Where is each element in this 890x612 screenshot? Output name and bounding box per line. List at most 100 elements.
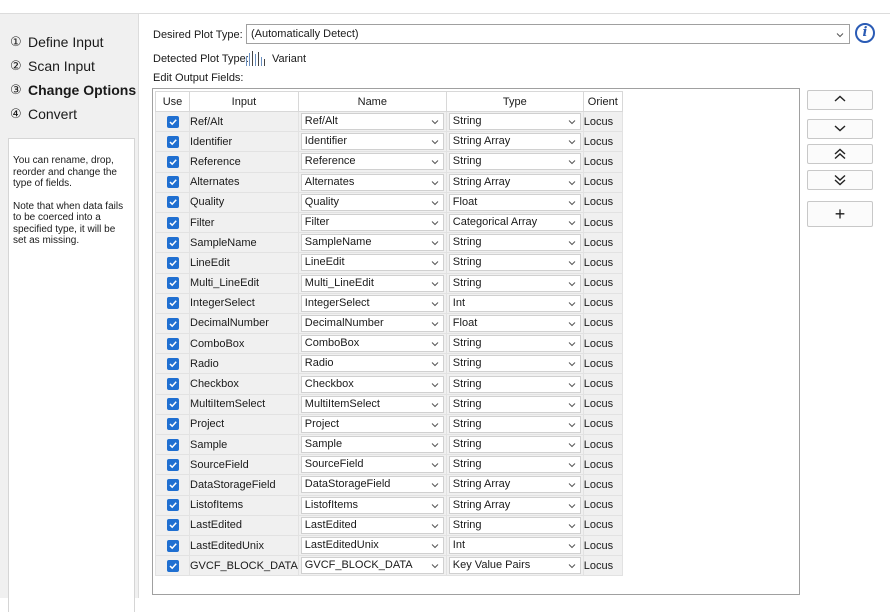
output-name-value: DecimalNumber <box>304 316 384 329</box>
use-checkbox[interactable] <box>166 236 179 249</box>
input-field-name: GVCF_BLOCK_DATA <box>189 555 299 577</box>
table-row: ListofItems ListofItems String Array Locus <box>155 494 623 516</box>
use-checkbox[interactable] <box>166 297 179 310</box>
add-field-button[interactable]: + <box>807 201 873 227</box>
move-to-bottom-button[interactable] <box>807 170 873 190</box>
field-type-select[interactable]: String <box>448 355 581 373</box>
field-type-select[interactable]: String <box>448 516 581 534</box>
column-header-orient[interactable]: Orient <box>582 91 623 112</box>
output-name-combo[interactable]: Sample <box>300 436 444 454</box>
help-text: Note that when data fails to be coerced … <box>13 200 124 247</box>
field-type-value: String <box>452 337 482 350</box>
field-type-select[interactable]: Int <box>448 537 581 555</box>
field-type-select[interactable]: Float <box>448 193 581 211</box>
output-name-combo[interactable]: Quality <box>300 193 444 211</box>
output-name-combo[interactable]: MultiItemSelect <box>300 395 444 413</box>
use-checkbox[interactable] <box>166 176 179 189</box>
field-type-select[interactable]: String Array <box>448 496 581 514</box>
field-type-select[interactable]: String <box>448 274 581 292</box>
output-name-value: GVCF_BLOCK_DATA <box>304 559 413 572</box>
wizard-step[interactable]: ② Scan Input <box>10 54 136 78</box>
use-checkbox[interactable] <box>166 337 179 350</box>
field-type-select[interactable]: String <box>448 456 581 474</box>
field-type-select[interactable]: String Array <box>448 476 581 494</box>
use-checkbox[interactable] <box>166 135 179 148</box>
output-name-combo[interactable]: Radio <box>300 355 444 373</box>
wizard-step[interactable]: ④ Convert <box>10 102 136 126</box>
chevron-down-icon <box>568 523 576 529</box>
use-checkbox[interactable] <box>166 539 179 552</box>
field-type-select[interactable]: String <box>448 335 581 353</box>
use-checkbox[interactable] <box>166 115 179 128</box>
step-label: Define Input <box>28 34 104 50</box>
wizard-step[interactable]: ① Define Input <box>10 30 136 54</box>
field-type-select[interactable]: String <box>448 234 581 252</box>
use-checkbox[interactable] <box>166 256 179 269</box>
orient-value: Locus <box>582 454 623 476</box>
output-name-combo[interactable]: Reference <box>300 153 444 171</box>
wizard-step[interactable]: ③ Change Options <box>10 78 136 102</box>
output-name-combo[interactable]: IntegerSelect <box>300 294 444 312</box>
move-up-button[interactable] <box>807 90 873 110</box>
field-type-select[interactable]: String <box>448 395 581 413</box>
desired-plot-type-select[interactable]: (Automatically Detect) <box>246 24 850 44</box>
use-checkbox[interactable] <box>166 196 179 209</box>
field-type-select[interactable]: String <box>448 375 581 393</box>
use-checkbox[interactable] <box>166 519 179 532</box>
output-name-combo[interactable]: Project <box>300 415 444 433</box>
output-name-combo[interactable]: SampleName <box>300 234 444 252</box>
use-checkbox[interactable] <box>166 458 179 471</box>
column-header-use[interactable]: Use <box>155 91 190 112</box>
column-header-name[interactable]: Name <box>297 91 447 112</box>
options-panel: Desired Plot Type: (Automatically Detect… <box>140 14 890 598</box>
field-type-select[interactable]: String <box>448 153 581 171</box>
use-checkbox[interactable] <box>166 156 179 169</box>
output-name-combo[interactable]: DataStorageField <box>300 476 444 494</box>
table-row: LineEdit LineEdit String Locus <box>155 252 623 274</box>
field-type-select[interactable]: Key Value Pairs <box>448 557 581 575</box>
output-name-combo[interactable]: Filter <box>300 214 444 232</box>
field-type-select[interactable]: Categorical Array <box>448 214 581 232</box>
use-checkbox[interactable] <box>166 418 179 431</box>
use-checkbox[interactable] <box>166 216 179 229</box>
field-type-select[interactable]: String Array <box>448 173 581 191</box>
output-name-combo[interactable]: LastEdited <box>300 516 444 534</box>
output-name-combo[interactable]: LastEditedUnix <box>300 537 444 555</box>
use-checkbox[interactable] <box>166 438 179 451</box>
output-name-combo[interactable]: ComboBox <box>300 335 444 353</box>
field-type-select[interactable]: String <box>448 113 581 131</box>
output-name-combo[interactable]: Checkbox <box>300 375 444 393</box>
field-type-value: String <box>452 256 482 269</box>
move-down-button[interactable] <box>807 119 873 139</box>
column-header-type[interactable]: Type <box>445 91 584 112</box>
name-cell: LastEditedUnix <box>297 534 447 557</box>
field-type-select[interactable]: String <box>448 415 581 433</box>
output-name-combo[interactable]: SourceField <box>300 456 444 474</box>
use-checkbox[interactable] <box>166 479 179 492</box>
use-checkbox[interactable] <box>166 559 179 572</box>
output-name-combo[interactable]: Identifier <box>300 133 444 151</box>
output-name-combo[interactable]: LineEdit <box>300 254 444 272</box>
use-checkbox[interactable] <box>166 277 179 290</box>
info-icon[interactable]: i <box>855 23 875 43</box>
field-type-select[interactable]: String <box>448 254 581 272</box>
field-type-select[interactable]: Float <box>448 314 581 332</box>
use-checkbox[interactable] <box>166 378 179 391</box>
use-checkbox[interactable] <box>166 317 179 330</box>
output-name-combo[interactable]: Multi_LineEdit <box>300 274 444 292</box>
chevron-down-icon <box>431 483 439 488</box>
field-type-select[interactable]: Int <box>448 294 581 312</box>
output-name-combo[interactable]: Alternates <box>300 173 444 191</box>
column-header-input[interactable]: Input <box>189 91 299 112</box>
field-type-select[interactable]: String Array <box>448 133 581 151</box>
output-name-combo[interactable]: GVCF_BLOCK_DATA <box>300 557 444 575</box>
output-name-combo[interactable]: ListofItems <box>300 496 444 514</box>
use-checkbox[interactable] <box>166 398 179 411</box>
field-type-select[interactable]: String <box>448 436 581 454</box>
output-name-combo[interactable]: DecimalNumber <box>300 314 444 332</box>
chevron-down-icon <box>431 281 439 286</box>
move-to-top-button[interactable] <box>807 144 873 164</box>
use-checkbox[interactable] <box>166 499 179 512</box>
use-checkbox[interactable] <box>166 357 179 370</box>
output-name-combo[interactable]: Ref/Alt <box>300 113 444 131</box>
